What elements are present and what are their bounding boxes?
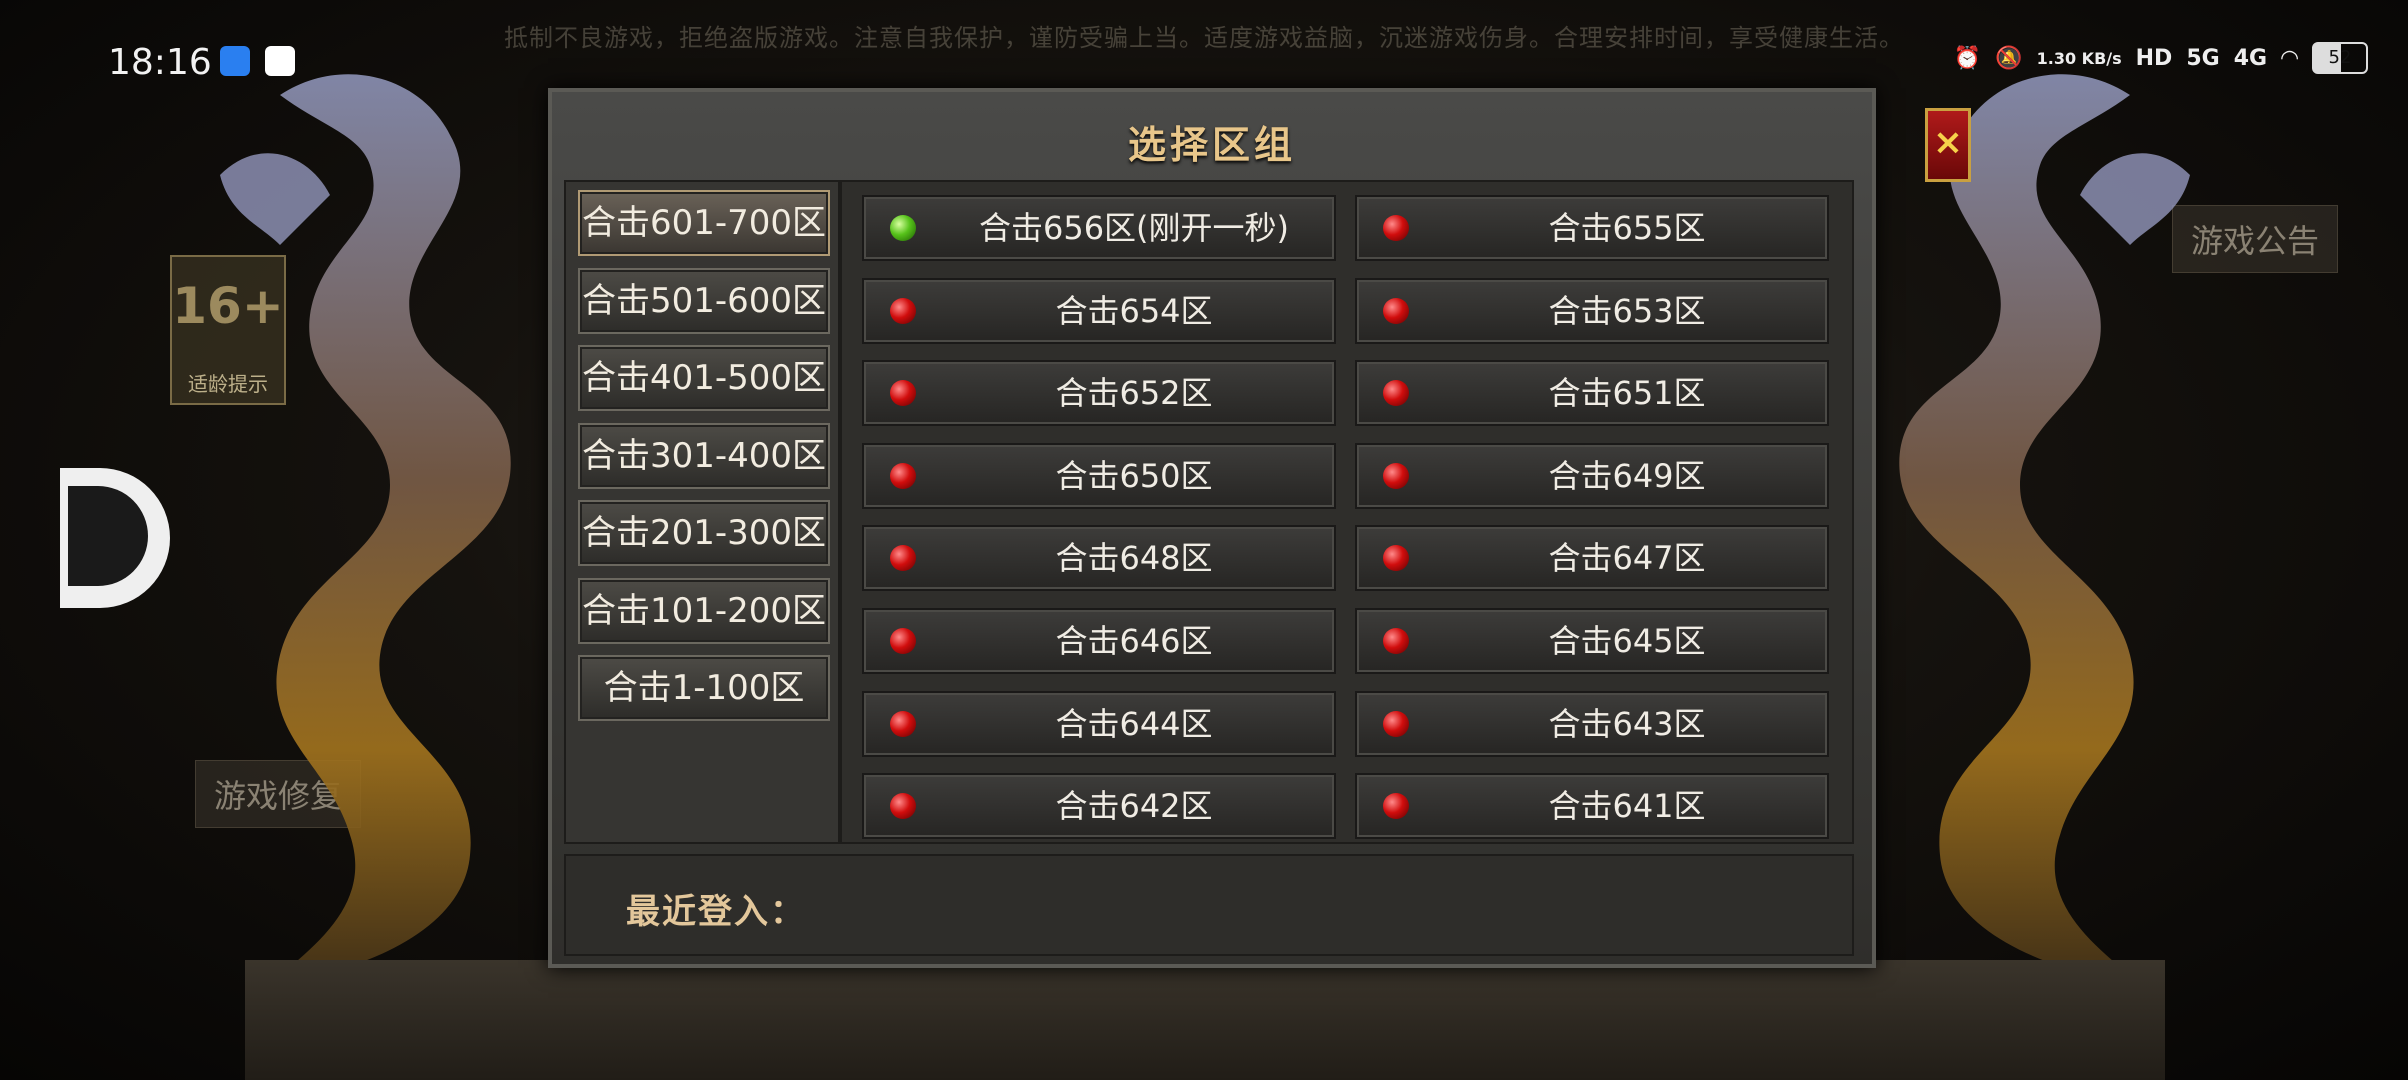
server-name: 合击653区: [1548, 291, 1706, 330]
server-name: 合击649区: [1548, 456, 1706, 495]
status-red-icon: [1383, 628, 1409, 654]
status-red-icon: [890, 462, 916, 489]
status-red-icon: [1383, 297, 1409, 324]
server-name: 合击641区: [1548, 787, 1706, 826]
game-notice-button[interactable]: 游戏公告: [2172, 205, 2339, 273]
status-red-icon: [890, 545, 916, 572]
assistant-icon: [68, 486, 148, 586]
server-name: 合击652区: [1055, 374, 1213, 413]
status-red-icon: [1383, 710, 1409, 737]
server-item[interactable]: 合击654区: [862, 277, 1336, 344]
status-red-icon: [890, 380, 916, 407]
group-tab-3[interactable]: 合击301-400区: [578, 422, 830, 489]
server-item[interactable]: 合击648区: [862, 525, 1336, 592]
group-tab-4[interactable]: 合击201-300区: [578, 500, 830, 566]
status-red-icon: [1383, 545, 1409, 572]
server-item[interactable]: 合击655区: [1355, 195, 1829, 261]
status-green-icon: [890, 215, 916, 241]
server-name: 合击645区: [1548, 622, 1706, 660]
server-name: 合击646区: [1055, 622, 1213, 660]
dialog-title: 选择区组: [1127, 123, 1296, 167]
floating-assistant-button[interactable]: [60, 468, 170, 608]
battery-icon: 52: [2312, 42, 2368, 74]
status-red-icon: [1383, 215, 1409, 241]
wifi-icon: ◠: [2281, 45, 2298, 71]
server-item[interactable]: 合击653区: [1355, 277, 1829, 344]
server-name: 合击650区: [1055, 456, 1213, 495]
server-item[interactable]: 合击651区: [1355, 360, 1829, 427]
server-item[interactable]: 合击641区: [1355, 773, 1829, 840]
server-name: 合击644区: [1055, 704, 1213, 743]
status-red-icon: [890, 628, 916, 654]
server-item[interactable]: 合击656区(刚开一秒): [862, 195, 1336, 261]
server-name: 合击656区(刚开一秒): [978, 209, 1290, 247]
right-dragon-statue: [1899, 74, 2190, 975]
recent-login-label: 最近登入：: [626, 892, 806, 932]
server-name: 合击648区: [1055, 539, 1213, 578]
close-button[interactable]: ×: [1925, 108, 1971, 182]
game-stage: 抵制不良游戏，拒绝盗版游戏。注意自我保护，谨防受骗上当。适度游戏益脑，沉迷游戏伤…: [0, 0, 2408, 1080]
server-item[interactable]: 合击645区: [1355, 608, 1829, 674]
server-name: 合击655区: [1548, 209, 1706, 247]
server-name: 合击647区: [1548, 539, 1706, 578]
signal-5g-icon: 5G: [2186, 45, 2220, 71]
status-red-icon: [1383, 462, 1409, 489]
status-red-icon: [1383, 793, 1409, 820]
left-dragon-statue: [220, 74, 511, 975]
server-item[interactable]: 合击646区: [862, 608, 1336, 674]
server-name: 合击642区: [1055, 787, 1213, 826]
group-tab-6[interactable]: 合击1-100区: [578, 655, 830, 721]
server-name: 合击643区: [1548, 704, 1706, 743]
server-item[interactable]: 合击652区: [862, 360, 1336, 427]
group-tab-5[interactable]: 合击101-200区: [578, 577, 830, 644]
status-red-icon: [1383, 380, 1409, 407]
status-red-icon: [890, 297, 916, 324]
server-item[interactable]: 合击649区: [1355, 442, 1829, 509]
signal-4g-icon: 4G: [2233, 45, 2268, 71]
group-tab-0[interactable]: 合击601-700区: [578, 190, 830, 256]
status-red-icon: [890, 710, 916, 737]
server-item[interactable]: 合击647区: [1355, 525, 1829, 592]
stone-steps: [245, 960, 2165, 1080]
server-item[interactable]: 合击643区: [1355, 690, 1829, 757]
status-red-icon: [890, 793, 916, 820]
server-item[interactable]: 合击650区: [862, 442, 1336, 509]
group-tab-1[interactable]: 合击501-600区: [578, 267, 830, 334]
server-name: 合击651区: [1548, 374, 1706, 413]
server-item[interactable]: 合击644区: [862, 690, 1336, 757]
server-item[interactable]: 合击642区: [862, 773, 1336, 840]
status-time: 18:16: [108, 42, 212, 83]
group-tab-2[interactable]: 合击401-500区: [578, 345, 830, 411]
server-name: 合击654区: [1055, 291, 1213, 330]
